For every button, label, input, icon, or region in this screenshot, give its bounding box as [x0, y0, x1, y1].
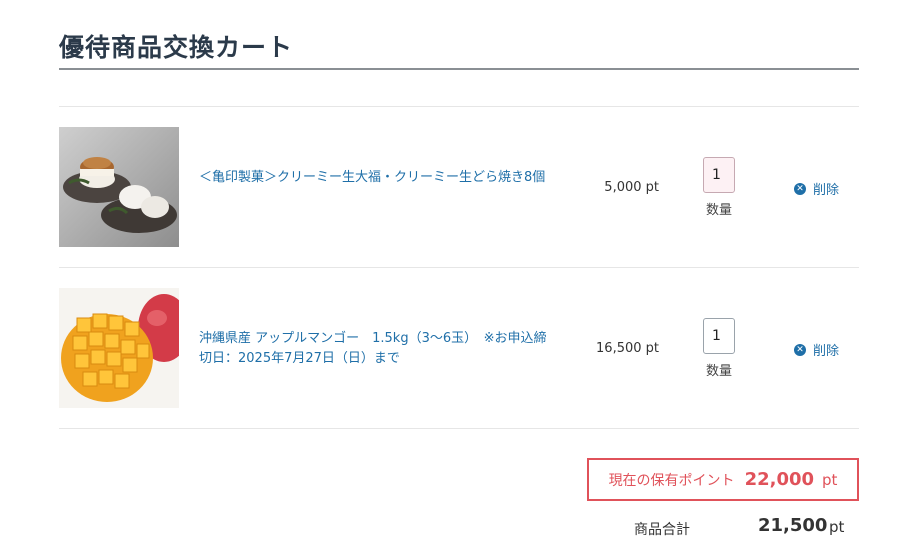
delete-button[interactable]: ✕ 削除 — [794, 340, 839, 359]
points-unit: pt — [822, 470, 838, 489]
subtotal-label: 商品合計 — [634, 522, 690, 538]
subtotal-unit: pt — [829, 518, 845, 536]
product-link[interactable]: ＜亀印製菓＞クリーミー生大福・クリーミー生どら焼き8個 — [199, 168, 554, 188]
close-circle-icon: ✕ — [794, 182, 806, 195]
product-link[interactable]: 沖縄県産 アップルマンゴー 1.5kg（3〜6玉） ※お申込締切日：2025年7… — [199, 329, 554, 369]
points-value: 22,000 — [744, 469, 815, 490]
points-label: 現在の保有ポイント — [608, 472, 735, 489]
cart-row: ＜亀印製菓＞クリーミー生大福・クリーミー生どら焼き8個 5,000 pt 数量 … — [59, 127, 859, 247]
current-points-box: 現在の保有ポイント 22,000 pt — [587, 458, 859, 501]
page-title: 優待商品交換カート — [59, 33, 294, 62]
product-image-mango[interactable] — [59, 288, 179, 408]
row-divider — [59, 106, 859, 107]
product-image-dorayaki[interactable] — [59, 127, 179, 247]
row-divider — [59, 267, 859, 268]
item-price: 16,500 pt — [596, 341, 659, 356]
subtotal-value: 21,500 — [758, 515, 828, 536]
title-divider — [59, 68, 859, 70]
delete-label: 削除 — [813, 183, 840, 198]
delete-label: 削除 — [813, 344, 840, 359]
quantity-label: 数量 — [705, 203, 732, 218]
quantity-input[interactable] — [703, 157, 735, 193]
quantity-input[interactable] — [703, 318, 735, 354]
item-price: 5,000 pt — [604, 180, 659, 195]
quantity-label: 数量 — [705, 364, 732, 379]
row-divider — [59, 428, 859, 429]
cart-row: 沖縄県産 アップルマンゴー 1.5kg（3〜6玉） ※お申込締切日：2025年7… — [59, 288, 859, 408]
delete-button[interactable]: ✕ 削除 — [794, 179, 839, 198]
close-circle-icon: ✕ — [794, 343, 806, 356]
